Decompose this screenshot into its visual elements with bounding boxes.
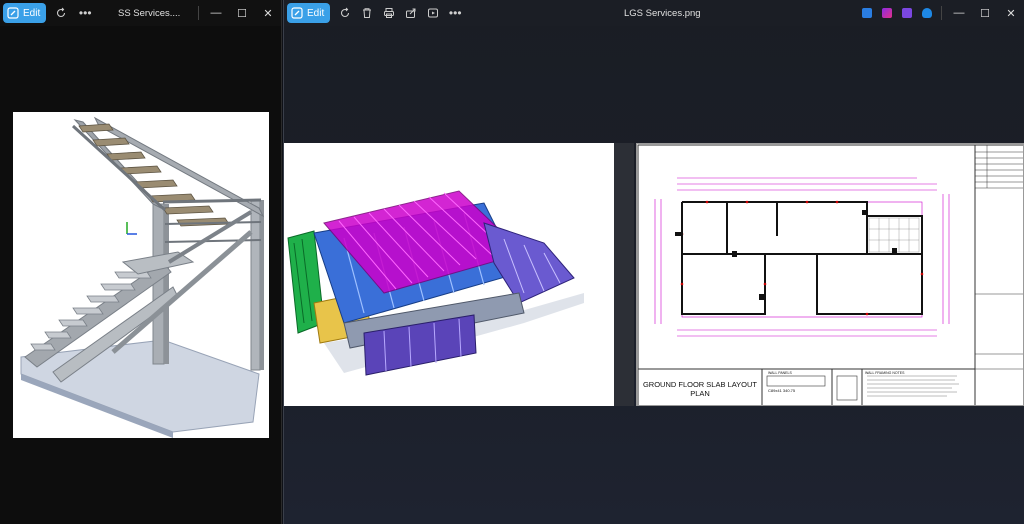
print-icon[interactable] [378,3,400,23]
clipchamp-icon[interactable] [882,8,892,18]
maximize-button[interactable]: ☐ [229,7,255,20]
divider [941,6,942,20]
window-controls: — ☐ ✕ [857,0,1024,26]
slideshow-icon[interactable] [422,3,444,23]
stair-3d-model [20,116,265,438]
photos-editor-icon[interactable] [862,8,872,18]
plan-title: GROUND FLOOR SLAB LAYOUT PLAN [641,380,759,398]
close-button[interactable]: ✕ [998,7,1024,20]
photos-window-right: Edit ••• LGS Services.png — ☐ ✕ GROUND F… [283,0,1024,524]
divider [198,6,199,20]
delete-icon[interactable] [356,3,378,23]
framing-render-image [284,143,614,406]
designer-icon[interactable] [902,8,912,18]
photos-window-left: Edit ••• SS Services.... — ☐ ✕ [0,0,282,524]
window-title: LGS Services.png [624,7,701,19]
edit-button[interactable]: Edit [3,3,47,23]
maximize-button[interactable]: ☐ [972,7,998,20]
title-bar: Edit ••• SS Services.... — ☐ ✕ [0,0,281,26]
minimize-button[interactable]: — [203,7,229,19]
notes-heading: WALL FRAMING NOTES [865,371,905,375]
edit-icon [291,7,303,19]
edit-button[interactable]: Edit [287,3,331,23]
rotate-icon[interactable] [50,3,72,23]
edit-label: Edit [307,7,325,19]
window-controls: — ☐ ✕ [194,0,281,26]
floor-plan-drawing [637,144,1023,405]
wall-panels-value: C89x41 340.75 [768,388,796,393]
plan-title-line1: GROUND FLOOR SLAB LAYOUT [642,380,758,389]
onedrive-icon[interactable] [922,8,932,18]
window-title: SS Services.... [118,7,181,19]
edit-label: Edit [23,7,41,19]
plan-title-line2: PLAN [690,389,710,398]
more-options-button[interactable]: ••• [444,3,466,23]
rotate-icon[interactable] [334,3,356,23]
more-options-button[interactable]: ••• [74,3,96,23]
close-button[interactable]: ✕ [255,7,281,20]
wall-panels-label: WALL PANELS [768,371,792,375]
floor-plan-image: GROUND FLOOR SLAB LAYOUT PLAN WALL PANEL… [636,143,1024,406]
title-bar: Edit ••• LGS Services.png — ☐ ✕ [284,0,1024,26]
minimize-button[interactable]: — [946,7,972,19]
lgs-3d-model [287,190,584,376]
edit-icon [7,7,19,19]
share-icon[interactable] [400,3,422,23]
image-separator [614,143,634,406]
stair-render-image [13,112,269,438]
